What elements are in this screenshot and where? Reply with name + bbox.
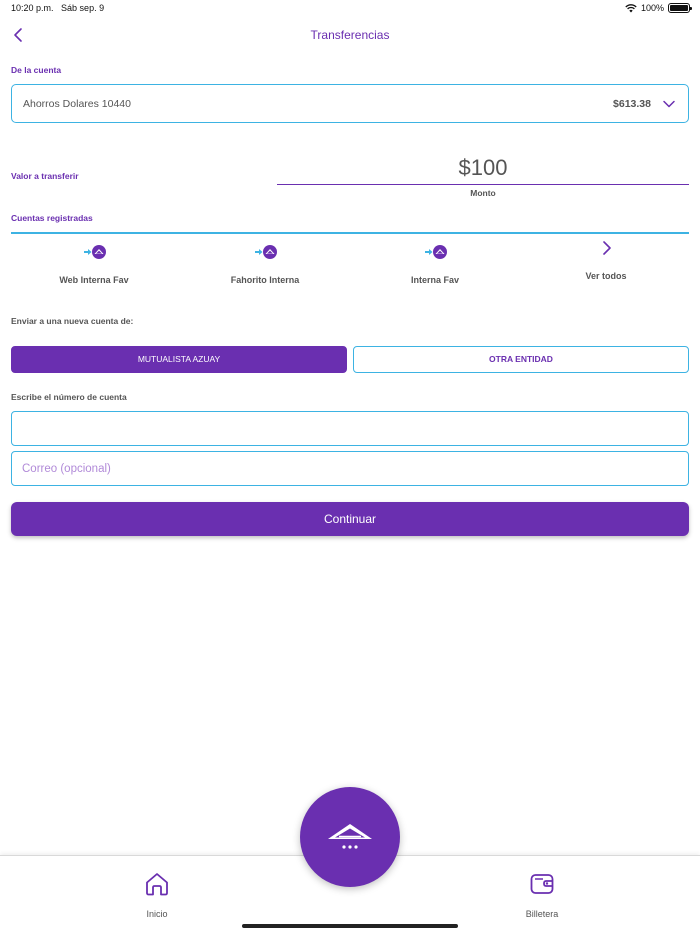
amount-input[interactable]: [277, 152, 689, 185]
home-indicator: [242, 924, 458, 928]
account-balance: $613.38: [613, 98, 651, 110]
chevron-down-icon: [662, 97, 676, 111]
center-logo-button[interactable]: [300, 787, 400, 887]
home-icon: [143, 870, 171, 898]
account-number-label: Escribe el número de cuenta: [11, 392, 127, 402]
favorite-account-item[interactable]: Fahorito Interna: [180, 240, 350, 290]
otra-entidad-option[interactable]: OTRA ENTIDAD: [353, 346, 689, 373]
mutualista-azuay-option[interactable]: MUTUALISTA AZUAY: [11, 346, 347, 373]
status-bar: 10:20 p.m. Sáb sep. 9 100%: [0, 0, 700, 18]
continue-button[interactable]: Continuar: [11, 502, 689, 536]
registered-divider: [11, 232, 689, 234]
registered-accounts-label: Cuentas registradas: [11, 213, 93, 223]
account-number-input[interactable]: [11, 411, 689, 446]
wifi-icon: [625, 3, 637, 13]
battery-percent: 100%: [640, 3, 664, 13]
see-all-label: Ver todos: [585, 271, 627, 281]
favorite-account-icon: [424, 244, 448, 260]
from-account-label: De la cuenta: [11, 65, 62, 75]
see-all-button[interactable]: Ver todos: [521, 240, 691, 290]
brand-logo-icon: [325, 820, 375, 852]
amount-caption: Monto: [470, 188, 496, 198]
amount-label: Valor a transferir: [11, 171, 79, 181]
chevron-right-icon: [600, 240, 614, 256]
new-account-label: Enviar a una nueva cuenta de:: [11, 316, 134, 326]
wallet-icon: [528, 870, 556, 898]
tab-home-label: Inicio: [146, 909, 168, 919]
battery-icon: [668, 3, 692, 13]
favorite-account-label: Interna Fav: [410, 275, 459, 285]
tab-wallet-label: Billetera: [525, 909, 559, 919]
favorite-account-icon: [83, 244, 107, 260]
status-time: 10:20 p.m. Sáb sep. 9: [11, 3, 105, 13]
from-account-select[interactable]: Ahorros Dolares 10440 $613.38: [11, 84, 689, 123]
status-indicators: 100%: [625, 3, 692, 13]
nav-bar: Transferencias: [0, 22, 700, 48]
favorite-account-label: Fahorito Interna: [230, 275, 300, 285]
account-name: Ahorros Dolares 10440: [23, 98, 131, 110]
favorite-account-item[interactable]: Web Interna Fav: [9, 240, 179, 290]
favorite-account-label: Web Interna Fav: [59, 275, 129, 285]
status-date: Sáb sep. 9: [61, 3, 105, 13]
tab-wallet[interactable]: Billetera: [502, 870, 582, 926]
email-input[interactable]: [11, 451, 689, 486]
amount-group: Monto: [277, 152, 689, 198]
favorite-account-icon: [254, 244, 278, 260]
page-title: Transferencias: [310, 28, 390, 42]
tab-home[interactable]: Inicio: [117, 870, 197, 926]
favorite-account-item[interactable]: Interna Fav: [350, 240, 520, 290]
